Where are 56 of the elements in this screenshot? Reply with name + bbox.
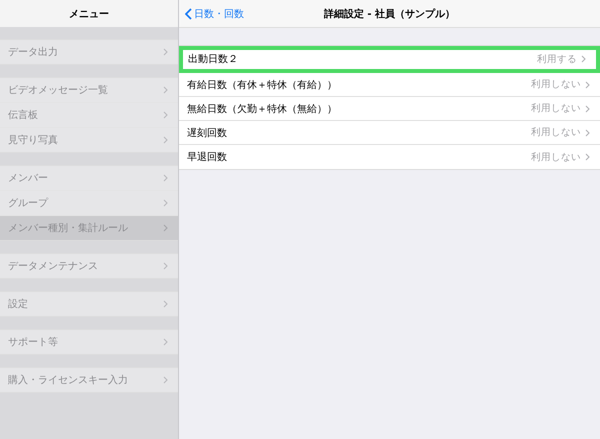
menu-item[interactable]: 購入・ライセンスキー入力 [0,368,178,392]
menu-item[interactable]: 設定 [0,292,178,316]
menu-item-label: サポート等 [8,336,58,349]
chevron-icon [163,300,168,308]
setting-value: 利用しない [531,126,581,139]
page-title: 詳細設定 - 社員（サンプル） [324,8,456,20]
back-button[interactable]: 日数・回数 [179,6,250,22]
chevron-icon [163,338,168,346]
chevron-icon [163,86,168,94]
chevron-icon [163,199,168,207]
menu-item[interactable]: データ出力 [0,40,178,64]
setting-value: 利用しない [531,150,581,164]
menu-item-label: グループ [8,196,48,210]
menu-item-label: 設定 [8,298,28,311]
menu-item-label: 購入・ライセンスキー入力 [8,374,128,387]
setting-row[interactable]: 有給日数（有休＋特休（有給）） 利用しない [179,73,600,97]
menu-item[interactable]: データメンテナンス [0,254,178,278]
setting-label: 有給日数（有休＋特休（有給）） [187,78,337,92]
setting-label: 遅刻回数 [187,126,227,140]
chevron-icon [163,224,168,232]
chevron-icon [585,104,590,112]
setting-row[interactable]: 早退回数 利用しない [179,145,600,169]
chevron-icon [163,376,168,384]
setting-value: 利用しない [531,78,581,91]
menu-item[interactable]: サポート等 [0,330,178,354]
setting-row[interactable]: 出動日数２ 利用する [179,46,600,73]
menu-item-label: メンバー種別・集計ルール [8,222,128,235]
menu-item-label: データ出力 [8,46,58,59]
chevron-icon [163,262,168,270]
setting-label: 無給日数（欠勤＋特休（無給）） [187,102,337,116]
setting-row[interactable]: 無給日数（欠勤＋特休（無給）） 利用しない [179,97,600,121]
chevron-icon [585,153,590,161]
setting-value: 利用しない [531,102,581,115]
sidebar-title: メニュー [0,0,178,27]
setting-label: 早退回数 [187,150,227,164]
setting-row[interactable]: 遅刻回数 利用しない [179,121,600,145]
chevron-icon [163,111,168,119]
menu-item[interactable]: ビデオメッセージ一覧 [0,78,178,103]
chevron-icon [585,128,590,136]
menu-item-label: 見守り写真 [8,134,58,147]
chevron-icon [163,174,168,182]
chevron-icon [163,48,168,56]
menu-item[interactable]: 伝言板 [0,103,178,128]
chevron-icon [585,80,590,88]
back-chevron-icon [185,8,192,20]
menu-item-label: 伝言板 [8,108,38,122]
setting-value: 利用する [537,52,577,66]
chevron-icon [163,136,168,144]
setting-label: 出動日数２ [188,52,238,66]
menu-item[interactable]: メンバー種別・集計ルール [0,216,178,240]
menu-item[interactable]: 見守り写真 [0,128,178,152]
menu-item-label: ビデオメッセージ一覧 [8,84,108,97]
menu-item-label: メンバー [8,172,48,185]
chevron-icon [581,55,586,63]
menu-item[interactable]: メンバー [0,166,178,191]
menu-item-label: データメンテナンス [8,260,98,273]
